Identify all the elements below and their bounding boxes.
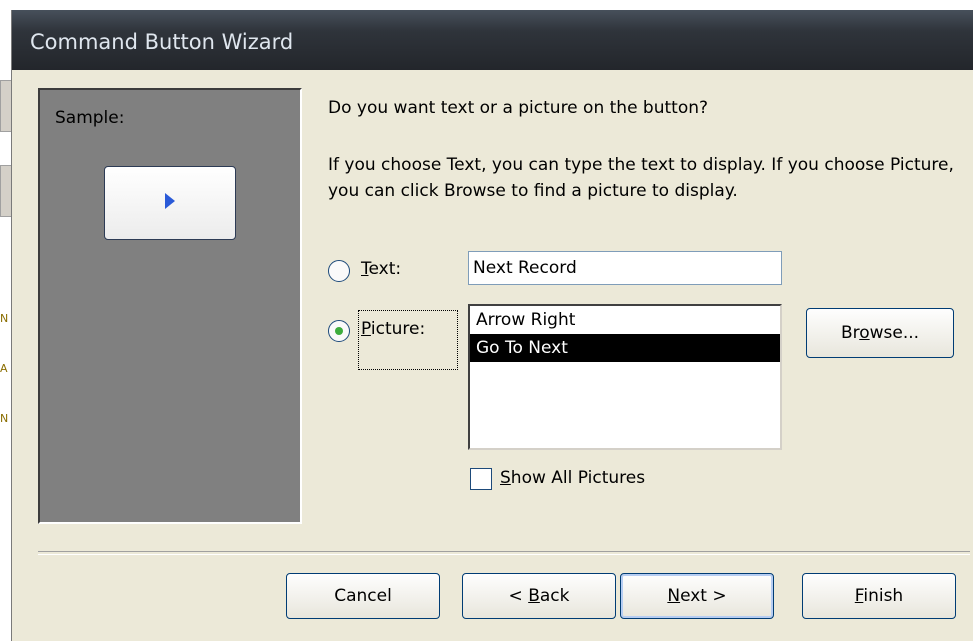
picture-listbox[interactable]: Arrow Right Go To Next	[468, 304, 782, 450]
command-button-wizard-dialog: Command Button Wizard Sample: Do you wan…	[12, 10, 973, 641]
arrow-right-icon	[165, 193, 175, 209]
text-radio[interactable]	[328, 260, 350, 282]
button-text-field[interactable]	[468, 251, 782, 285]
sample-panel: Sample:	[38, 88, 302, 524]
back-button[interactable]: < Back	[462, 573, 616, 619]
show-all-pictures-label[interactable]: Show All Pictures	[500, 468, 645, 488]
text-radio-label[interactable]: Text:	[361, 259, 401, 279]
sample-button-preview	[104, 166, 236, 240]
list-item[interactable]: Arrow Right	[470, 306, 780, 334]
background-fragment: N	[0, 412, 9, 425]
browse-button[interactable]: Browse...	[806, 308, 954, 358]
picture-radio[interactable]	[328, 320, 350, 342]
next-button[interactable]: Next >	[620, 573, 774, 619]
sample-label: Sample:	[55, 108, 125, 128]
show-all-pictures-checkbox[interactable]	[470, 468, 492, 490]
cancel-button[interactable]: Cancel	[286, 573, 440, 619]
window-title: Command Button Wizard	[30, 30, 294, 54]
picture-radio-label[interactable]: Picture:	[361, 319, 425, 339]
finish-button[interactable]: Finish	[802, 573, 956, 619]
background-fragment: A	[0, 362, 8, 375]
separator	[38, 551, 970, 555]
question-text: Do you want text or a picture on the but…	[328, 98, 709, 118]
help-text: If you choose Text, you can type the tex…	[328, 155, 954, 201]
background-fragment: N	[0, 312, 9, 325]
title-bar[interactable]: Command Button Wizard	[12, 10, 973, 70]
radio-selected-dot	[335, 327, 343, 335]
list-item-selected[interactable]: Go To Next	[470, 334, 780, 362]
